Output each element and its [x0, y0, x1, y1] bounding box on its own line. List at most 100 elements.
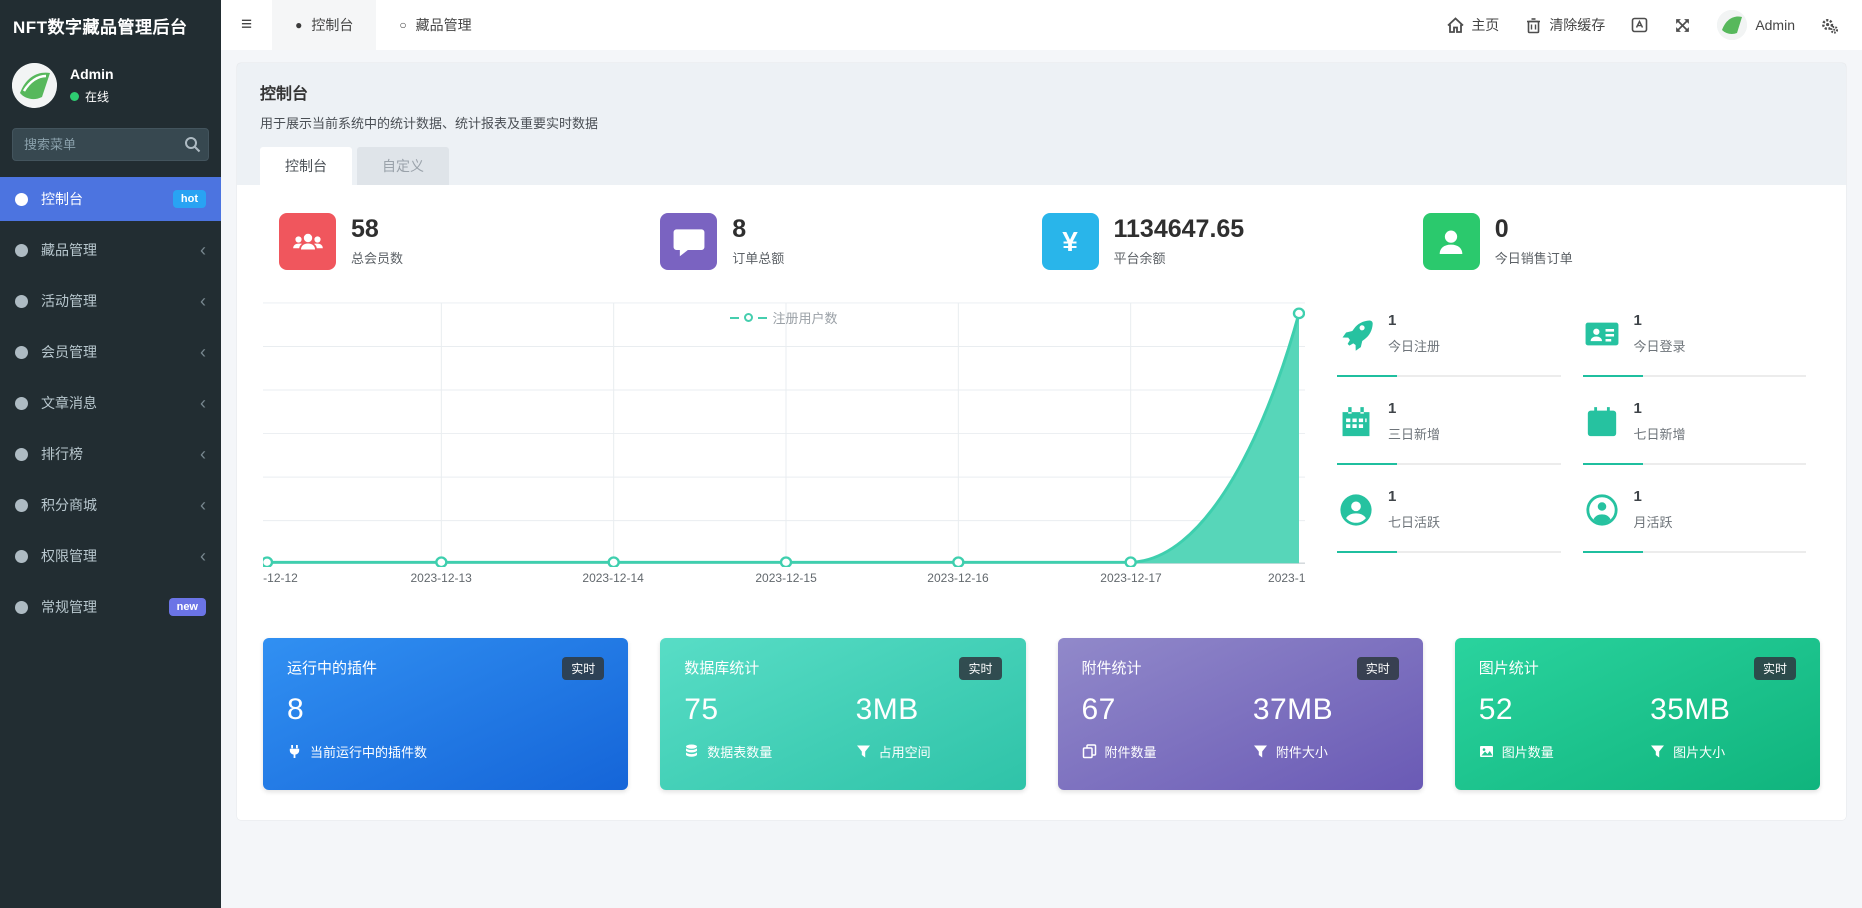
sidebar-item-ranking[interactable]: 排行榜 ‹ [0, 432, 221, 476]
calendar-icon [1339, 405, 1373, 439]
circle-bullet-icon [15, 243, 28, 257]
new-badge: new [168, 598, 206, 616]
card-size: 37MB [1252, 693, 1334, 726]
sidebar: NFT数字藏品管理后台 Admin 在线 控制台 hot 藏品管理 ‹ 活动管理 [0, 0, 221, 908]
yen-icon: ¥ [1041, 213, 1099, 270]
mini-stat-today-register: 1 今日注册 [1337, 306, 1561, 377]
tab-custom[interactable]: 自定义 [357, 147, 449, 185]
card-count: 8 [287, 693, 305, 726]
rocket-icon [1339, 317, 1373, 351]
chevron-left-icon: ‹ [200, 495, 206, 515]
dashboard-panel: 控制台 用于展示当前系统中的统计数据、统计报表及重要实时数据 控制台 自定义 5… [237, 63, 1846, 820]
fullscreen-icon[interactable] [1674, 17, 1691, 34]
registered-users-chart: 注册用户数 20 [263, 302, 1305, 602]
user-circle-icon [1339, 493, 1373, 527]
clear-cache-link[interactable]: 清除缓存 [1525, 15, 1605, 35]
search-input[interactable] [12, 128, 209, 161]
sidebar-item-general[interactable]: 常规管理 new [0, 585, 221, 629]
mini-stat-label: 七日新增 [1633, 427, 1686, 442]
card-count: 75 [684, 693, 719, 726]
stat-total-members: 58 总会员数 [279, 213, 660, 270]
chevron-left-icon: ‹ [200, 291, 206, 311]
realtime-badge: 实时 [959, 657, 1002, 680]
main-content: 控制台 用于展示当前系统中的统计数据、统计报表及重要实时数据 控制台 自定义 5… [221, 50, 1862, 908]
card-image-stats: 图片统计 实时 52 35MB 图片数量 图片大小 [1454, 638, 1820, 790]
home-link[interactable]: 主页 [1447, 15, 1499, 35]
stat-platform-balance: ¥ 1134647.65 平台余额 [1041, 213, 1423, 270]
chevron-left-icon: ‹ [200, 342, 206, 362]
circle-bullet-icon [15, 294, 28, 308]
realtime-badge: 实时 [1356, 657, 1399, 680]
mini-stat-seven-day-active: 1 七日活跃 [1337, 482, 1561, 553]
circle-bullet-icon [15, 447, 28, 461]
user-panel: Admin 在线 [0, 50, 221, 118]
stat-order-total: 8 订单总额 [660, 213, 1041, 270]
sidebar-item-permissions[interactable]: 权限管理 ‹ [0, 534, 221, 578]
mini-stat-label: 今日登录 [1633, 339, 1686, 354]
stat-today-sales: 0 今日销售订单 [1422, 213, 1804, 270]
card-title: 运行中的插件 [287, 660, 378, 677]
search-icon[interactable] [184, 136, 201, 153]
image-icon [1479, 744, 1494, 759]
card-count: 67 [1081, 693, 1116, 726]
summary-cards-row: 运行中的插件 实时 8 当前运行中的插件数 数据库统计 实时 75 3MB 数据… [251, 638, 1832, 790]
area-chart-plot [263, 302, 1305, 567]
users-icon [279, 213, 336, 270]
mini-stat-label: 月活跃 [1633, 515, 1673, 530]
user-name: Admin [1755, 17, 1795, 33]
user-icon [1422, 213, 1480, 270]
navbar-tab-dashboard[interactable]: ● 控制台 [272, 0, 377, 50]
comment-icon [660, 213, 718, 270]
navbar-right: 主页 清除缓存 Admin [1447, 10, 1862, 40]
card-title: 图片统计 [1478, 660, 1539, 677]
filter-icon [1253, 744, 1268, 759]
brand-title: NFT数字藏品管理后台 [13, 17, 188, 37]
trash-icon [1525, 17, 1542, 34]
settings-gears-icon[interactable] [1821, 17, 1839, 34]
sidebar-item-members[interactable]: 会员管理 ‹ [0, 330, 221, 374]
mini-stat-label: 三日新增 [1388, 427, 1441, 442]
sidebar-item-articles[interactable]: 文章消息 ‹ [0, 381, 221, 425]
circle-bullet-icon [15, 498, 28, 512]
card-count-caption: 附件数量 [1082, 742, 1253, 761]
card-count: 52 [1478, 693, 1514, 726]
hot-badge: hot [172, 190, 206, 208]
sidebar-item-points-mall[interactable]: 积分商城 ‹ [0, 483, 221, 527]
user-menu[interactable]: Admin [1717, 10, 1795, 40]
plug-icon [287, 744, 302, 759]
circle-bullet-icon [15, 345, 28, 359]
stat-value: 1134647.65 [1113, 214, 1245, 243]
x-axis-labels: 2023-12-12 2023-12-13 2023-12-14 2023-12… [263, 571, 1305, 585]
navbar-tab-collections[interactable]: ○ 藏品管理 [376, 0, 494, 50]
card-running-plugins: 运行中的插件 实时 8 当前运行中的插件数 [263, 638, 629, 790]
circle-bullet-icon [15, 600, 28, 614]
calendar-plus-icon [1585, 405, 1619, 439]
home-icon [1447, 16, 1464, 34]
card-database-stats: 数据库统计 实时 75 3MB 数据表数量 占用空间 [660, 638, 1026, 790]
sidebar-item-activities[interactable]: 活动管理 ‹ [0, 279, 221, 323]
stat-label: 平台余额 [1113, 251, 1166, 267]
stat-label: 订单总额 [732, 251, 785, 267]
top-navbar: ≡ ● 控制台 ○ 藏品管理 主页 清除缓存 Admin [221, 0, 1862, 50]
sidebar-item-collections[interactable]: 藏品管理 ‹ [0, 228, 221, 272]
sidebar-item-dashboard[interactable]: 控制台 hot [0, 177, 221, 221]
chevron-left-icon: ‹ [200, 444, 206, 464]
mini-stat-value: 1 [1633, 312, 1642, 329]
mini-stat-three-day-new: 1 三日新增 [1337, 394, 1561, 465]
hollow-dot-icon: ○ [399, 18, 407, 32]
stat-value: 58 [351, 214, 379, 243]
hamburger-icon[interactable]: ≡ [221, 14, 272, 36]
card-attachment-stats: 附件统计 实时 67 37MB 附件数量 附件大小 [1057, 638, 1423, 790]
panel-tabs: 控制台 自定义 [260, 147, 1823, 185]
mini-stat-value: 1 [1633, 400, 1642, 417]
user-name: Admin [70, 66, 114, 82]
stat-value: 8 [732, 214, 747, 243]
stats-row: 58 总会员数 8 订单总额 ¥ 1134647.65 平台余额 0 今日销售订… [251, 213, 1832, 270]
middle-row: 注册用户数 20 [251, 302, 1832, 602]
language-icon[interactable] [1631, 17, 1648, 34]
realtime-badge: 实时 [562, 657, 605, 680]
card-count-caption: 当前运行中的插件数 [287, 742, 427, 761]
sidebar-search [12, 128, 209, 161]
card-count-caption: 图片数量 [1479, 742, 1650, 761]
tab-dashboard[interactable]: 控制台 [260, 147, 352, 185]
